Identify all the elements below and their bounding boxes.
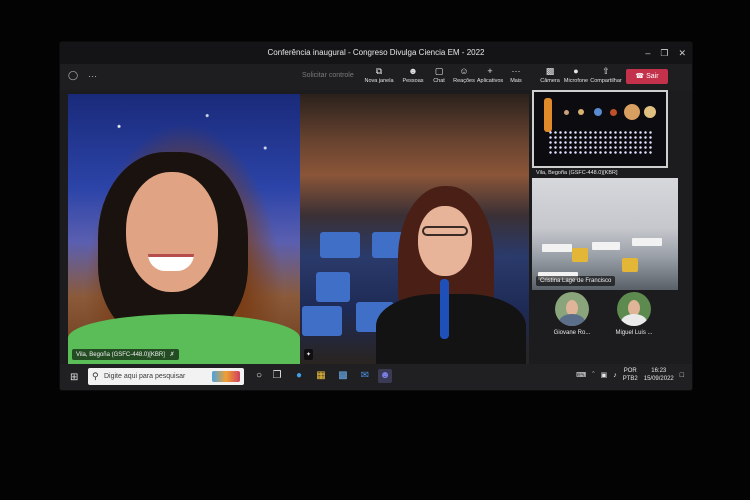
- window-controls: – ❐ ✕: [645, 42, 686, 64]
- participant-name: Giovane Ro...: [553, 330, 591, 336]
- toolbar-left: ◯ ···: [68, 70, 97, 81]
- planet-shape: [624, 104, 640, 120]
- participant-tile[interactable]: Giovane Ro...: [542, 292, 602, 336]
- title-bar: Conferência inaugural - Congreso Divulga…: [60, 42, 692, 64]
- share-screen-icon: ⇧: [602, 66, 610, 76]
- chevron-up-icon[interactable]: ˆ: [592, 372, 594, 379]
- clock[interactable]: 16:23 15/09/2022: [644, 367, 674, 383]
- speaker-glasses: [422, 226, 468, 236]
- keyboard-icon[interactable]: ⌨: [576, 371, 586, 379]
- meeting-window: Conferência inaugural - Congreso Divulga…: [60, 42, 692, 390]
- windows-taskbar: ⊞ ⚲ Digite aqui para pesquisar ○ ❐ ● ▦ ▩…: [60, 364, 692, 390]
- participant-strip: Giovane Ro... Miguel Luis ...: [532, 290, 678, 358]
- video-tile-main-left[interactable]: Vila, Begoña (GSFC-448.0)[KBR] ✗: [68, 94, 300, 364]
- pin-icon[interactable]: ✦: [304, 349, 314, 360]
- mic-off-icon: ✗: [169, 352, 175, 358]
- leave-button[interactable]: ☎ Sair: [626, 69, 668, 84]
- camera-icon: ▩: [545, 66, 555, 76]
- desk-shape: [632, 238, 662, 246]
- shield-icon[interactable]: ◯: [68, 70, 78, 81]
- desk-shape: [542, 244, 572, 252]
- search-highlight-icon: [212, 371, 240, 382]
- solar-system-name-tag: Vila, Begoña (GSFC-448.0)[KBR]: [536, 170, 618, 176]
- participant-name: Miguel Luis ...: [615, 330, 653, 336]
- participant-face: [126, 172, 218, 292]
- chat-icon: ▢: [434, 66, 444, 76]
- avatar: [555, 292, 589, 326]
- speaker-body: [376, 294, 526, 364]
- volume-icon[interactable]: ♪: [613, 372, 617, 379]
- share-button[interactable]: ⇧ Compartilhar: [590, 66, 621, 88]
- file-explorer-icon[interactable]: ▦: [314, 369, 328, 383]
- planet-shape: [564, 110, 569, 115]
- close-icon[interactable]: ✕: [678, 42, 686, 64]
- name-tag: Vila, Begoña (GSFC-448.0)[KBR] ✗: [72, 349, 179, 360]
- taskbar-search[interactable]: ⚲ Digite aqui para pesquisar: [88, 368, 244, 385]
- language-indicator[interactable]: POR PTB2: [623, 367, 638, 383]
- speaker-face: [418, 206, 472, 276]
- desk-shape: [592, 242, 620, 250]
- planet-shape: [610, 109, 617, 116]
- mail-icon[interactable]: ✉: [358, 369, 372, 383]
- system-tray: ⌨ ˆ ▣ ♪ POR PTB2 16:23 15/09/2022 □: [576, 367, 684, 383]
- microphone-button[interactable]: ● Microfone: [563, 66, 589, 88]
- avatar: [617, 292, 651, 326]
- window-title: Conferência inaugural - Congreso Divulga…: [267, 48, 485, 57]
- auditorium-seat: [316, 272, 350, 302]
- video-tile-main-center[interactable]: ✦: [300, 94, 529, 364]
- participant-tile[interactable]: Miguel Luis ...: [604, 292, 664, 336]
- meeting-toolbar: ◯ ··· Solicitar controle ⧉ Nova janela ☻…: [60, 64, 692, 90]
- store-icon[interactable]: ▩: [336, 369, 350, 383]
- phone-icon: ☎: [635, 73, 645, 80]
- sun-shape: [544, 98, 552, 132]
- network-icon[interactable]: ▣: [601, 371, 608, 379]
- windows-start-icon[interactable]: ⊞: [70, 372, 78, 383]
- planet-shape: [578, 109, 584, 115]
- edge-icon[interactable]: ●: [292, 369, 306, 383]
- planet-shape: [644, 106, 656, 118]
- microphone-icon: ●: [573, 66, 579, 76]
- chair-shape: [622, 258, 638, 272]
- auditorium-seat: [302, 306, 342, 336]
- maximize-icon[interactable]: ❐: [660, 42, 668, 64]
- add-apps-icon: +: [487, 66, 493, 76]
- teams-icon[interactable]: ☻: [378, 369, 392, 383]
- moons-grid: [548, 130, 652, 154]
- people-icon: ☻: [408, 66, 418, 76]
- task-view-icon[interactable]: ❐: [270, 369, 284, 383]
- new-window-button[interactable]: ⧉ Nova janela: [364, 66, 393, 88]
- reactions-icon: ☺: [459, 66, 469, 76]
- request-control-button[interactable]: Solicitar controle: [302, 72, 354, 79]
- auditorium-seat: [320, 232, 360, 258]
- more-options-icon[interactable]: ···: [88, 71, 97, 81]
- video-tile-solar-system[interactable]: [532, 90, 668, 168]
- planet-shape: [594, 108, 602, 116]
- notifications-icon[interactable]: □: [680, 372, 684, 379]
- more-icon: ···: [511, 66, 521, 76]
- chair-shape: [572, 248, 588, 262]
- minimize-icon[interactable]: –: [645, 42, 650, 64]
- search-icon: ⚲: [92, 371, 99, 381]
- new-window-icon: ⧉: [375, 66, 383, 76]
- more-button[interactable]: ··· Mais: [503, 66, 529, 88]
- name-tag: Cristina Lage de Francisco: [536, 276, 616, 286]
- microphone-prop: [440, 279, 449, 339]
- cortana-icon[interactable]: ○: [252, 369, 266, 383]
- video-tile-classroom[interactable]: Cristina Lage de Francisco: [532, 178, 678, 290]
